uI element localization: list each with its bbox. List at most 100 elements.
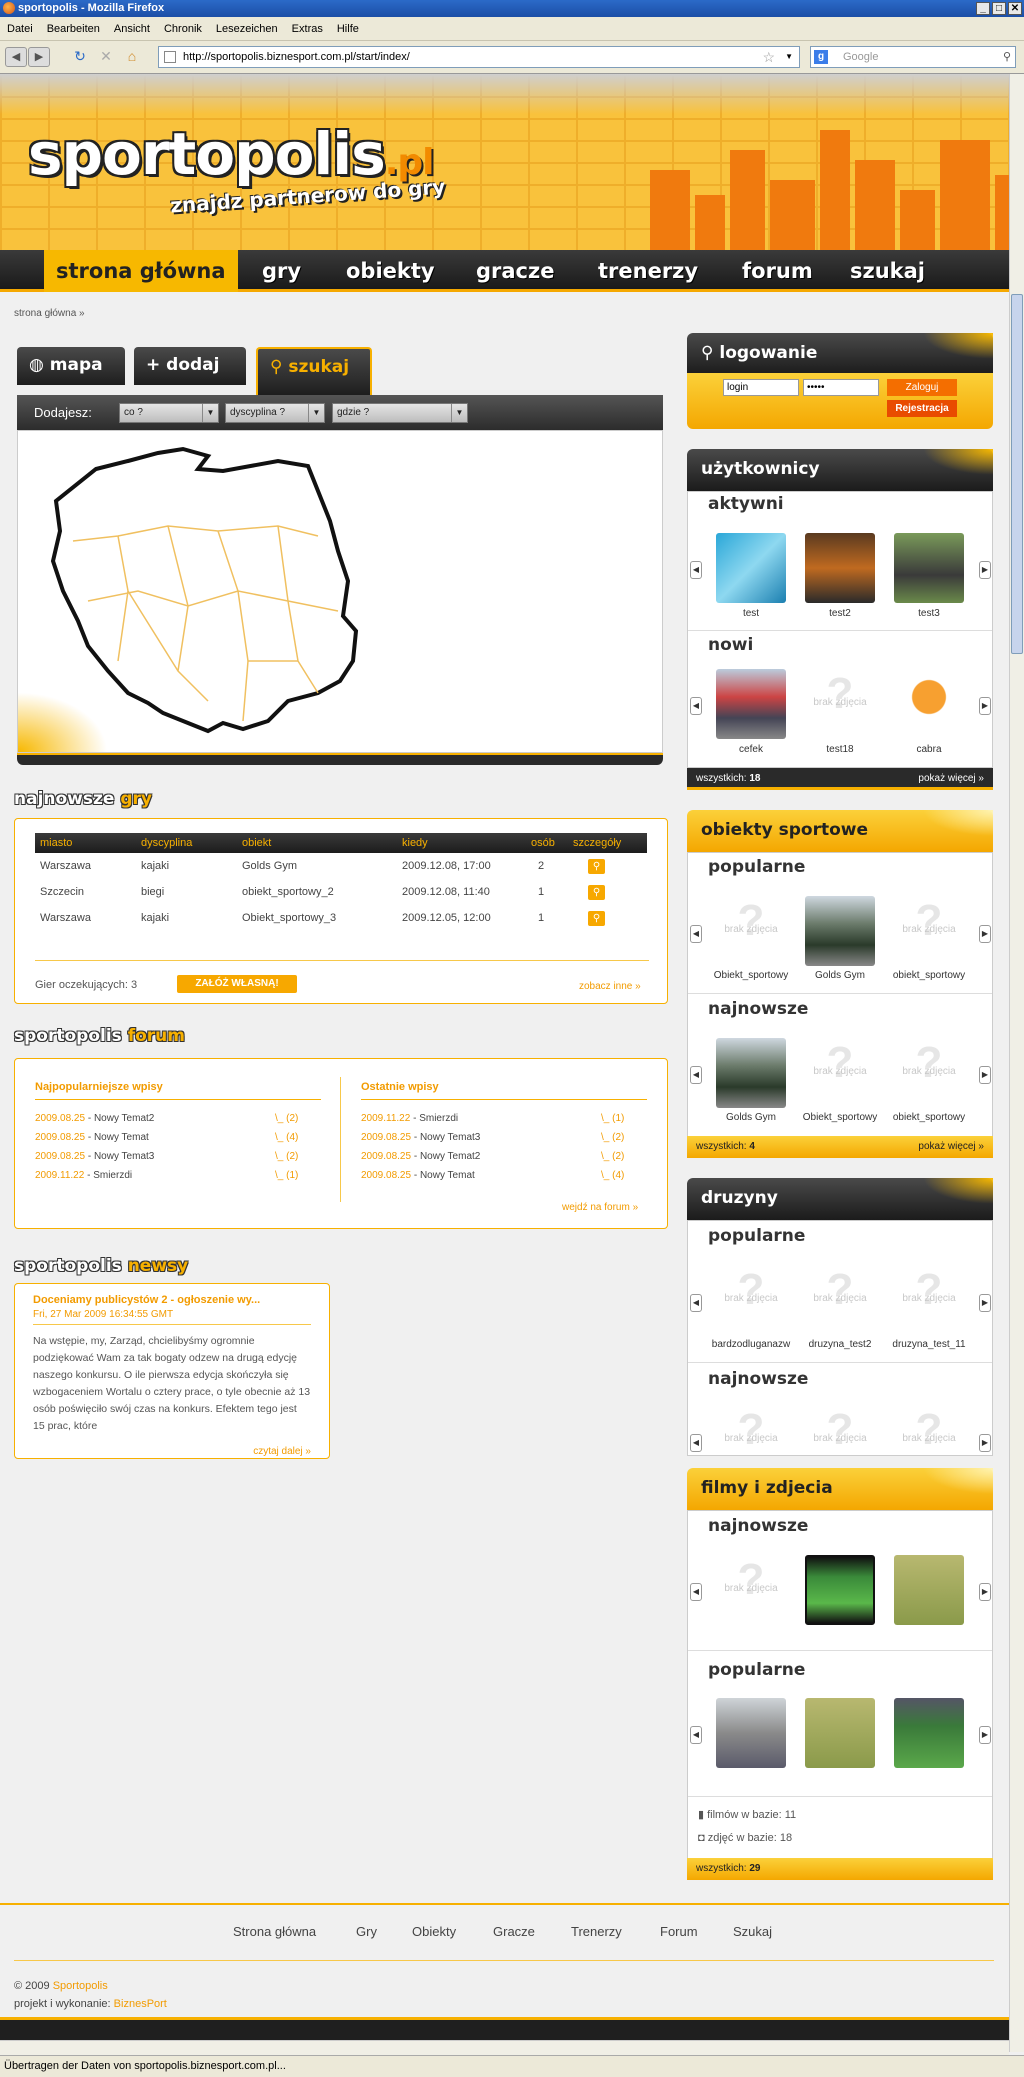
teams-latest-next-arrow[interactable]: ▶ [979,1434,991,1452]
media-latest-prev-arrow[interactable]: ◀ [690,1583,702,1601]
forum-more-link[interactable]: wejdź na forum » [562,1202,638,1213]
tab-szukaj[interactable]: ⚲ szukaj [256,347,372,395]
avatar[interactable] [716,669,786,739]
teams-popular-next-arrow[interactable]: ▶ [979,1294,991,1312]
vertical-scrollbar[interactable] [1009,74,1024,2052]
close-window-button[interactable]: ✕ [1008,2,1022,15]
nav-obiekty[interactable]: obiekty [346,250,435,292]
menu-chronik[interactable]: Chronik [157,17,209,41]
avatar[interactable] [894,669,964,739]
register-button[interactable]: Rejestracja [887,400,957,417]
nav-szukaj[interactable]: szukaj [850,250,925,292]
avatar[interactable] [805,533,875,603]
select-gdzie[interactable]: gdzie ? ▼ [332,403,468,423]
team-name[interactable]: bardzodluganazw [706,1339,796,1350]
news-more-link[interactable]: czytaj dalej » [253,1446,311,1457]
search-icon[interactable]: ⚲ [1003,47,1011,67]
reload-icon[interactable]: ↻ [70,47,90,67]
nav-forum[interactable]: forum [742,250,813,292]
users-more-link[interactable]: pokaż więcej » [918,768,984,790]
minimize-button[interactable]: _ [976,2,990,15]
back-icon[interactable]: ◀ [5,47,27,67]
user-name[interactable]: cefek [706,744,796,755]
scrollbar-thumb[interactable] [1011,294,1023,654]
users-new-prev-arrow[interactable]: ◀ [690,697,702,715]
team-name[interactable]: druzyna_test_11 [884,1339,974,1350]
stop-icon[interactable]: ✕ [96,47,116,67]
password-input[interactable]: ••••• [803,379,879,396]
video-thumbnail[interactable] [894,1555,964,1625]
forum-entry[interactable]: 2009.08.25 - Nowy Temat \_ (4) [361,1166,647,1185]
footer-link-gracze[interactable]: Gracze [493,1924,535,1939]
team-name[interactable]: druzyna_test2 [795,1339,885,1350]
media-popular-prev-arrow[interactable]: ◀ [690,1726,702,1744]
footer-link-szukaj[interactable]: Szukaj [733,1924,772,1939]
objects-latest-next-arrow[interactable]: ▶ [979,1066,991,1084]
teams-latest-prev-arrow[interactable]: ◀ [690,1434,702,1452]
footer-link-trenerzy[interactable]: Trenerzy [571,1924,622,1939]
nav-strona-glowna[interactable]: strona główna [44,250,238,292]
objects-latest-prev-arrow[interactable]: ◀ [690,1066,702,1084]
media-latest-next-arrow[interactable]: ▶ [979,1583,991,1601]
users-active-prev-arrow[interactable]: ◀ [690,561,702,579]
select-dyscyplina[interactable]: dyscyplina ? ▼ [225,403,325,423]
user-name[interactable]: test3 [884,608,974,619]
object-name[interactable]: Obiekt_sportowy [795,1112,885,1123]
photo-thumbnail[interactable] [894,1698,964,1768]
url-dropdown-icon[interactable]: ▼ [785,47,793,67]
site-logo[interactable]: sportopolis.pl [28,120,435,188]
teams-popular-prev-arrow[interactable]: ◀ [690,1294,702,1312]
games-more-link[interactable]: zobacz inne » [579,981,641,992]
objects-popular-next-arrow[interactable]: ▶ [979,925,991,943]
users-new-next-arrow[interactable]: ▶ [979,697,991,715]
home-icon[interactable]: ⌂ [122,47,142,67]
user-name[interactable]: test18 [795,744,885,755]
forum-entry[interactable]: 2009.08.25 - Nowy Temat2 \_ (2) [35,1109,321,1128]
select-co[interactable]: co ? ▼ [119,403,219,423]
nav-trenerzy[interactable]: trenerzy [598,250,698,292]
footer-maker-link[interactable]: BiznesPort [114,1998,167,2010]
objects-popular-prev-arrow[interactable]: ◀ [690,925,702,943]
forum-entry[interactable]: 2009.08.25 - Nowy Temat2 \_ (2) [361,1147,647,1166]
details-magnifier-icon[interactable]: ⚲ [588,884,605,900]
users-active-next-arrow[interactable]: ▶ [979,561,991,579]
search-input[interactable]: g Google ⚲ [810,46,1016,68]
bookmark-star-icon[interactable]: ☆ [762,47,775,67]
footer-brand-link[interactable]: Sportopolis [53,1980,108,1992]
object-name[interactable]: obiekt_sportowy [884,1112,974,1123]
menu-hilfe[interactable]: Hilfe [330,17,366,41]
menu-ansicht[interactable]: Ansicht [107,17,157,41]
object-photo[interactable] [805,896,875,966]
object-photo[interactable] [716,1038,786,1108]
forward-icon[interactable]: ▶ [28,47,50,67]
nav-gracze[interactable]: gracze [476,250,554,292]
tab-dodaj[interactable]: + dodaj [134,347,246,385]
forum-entry[interactable]: 2009.08.25 - Nowy Temat3 \_ (2) [35,1147,321,1166]
media-popular-next-arrow[interactable]: ▶ [979,1726,991,1744]
object-name[interactable]: Obiekt_sportowy [706,970,796,981]
url-input[interactable]: http://sportopolis.biznesport.com.pl/sta… [158,46,800,68]
details-magnifier-icon[interactable]: ⚲ [588,858,605,874]
forum-entry[interactable]: 2009.11.22 - Smierzdi \_ (1) [361,1109,647,1128]
forum-entry[interactable]: 2009.08.25 - Nowy Temat \_ (4) [35,1128,321,1147]
tab-mapa[interactable]: ◍ mapa [17,347,125,385]
photo-thumbnail[interactable] [805,1698,875,1768]
object-name[interactable]: Golds Gym [795,970,885,981]
login-input[interactable]: login [723,379,799,396]
footer-link-forum[interactable]: Forum [660,1924,698,1939]
forum-entry[interactable]: 2009.11.22 - Smierzdi \_ (1) [35,1166,321,1185]
menu-extras[interactable]: Extras [285,17,330,41]
object-name[interactable]: obiekt_sportowy [884,970,974,981]
google-icon[interactable]: g [814,50,828,64]
breadcrumb[interactable]: strona główna » [14,308,85,319]
user-name[interactable]: test [706,608,796,619]
menu-bearbeiten[interactable]: Bearbeiten [40,17,107,41]
details-magnifier-icon[interactable]: ⚲ [588,910,605,926]
maximize-button[interactable]: □ [992,2,1006,15]
create-game-button[interactable]: ZAŁÓŻ WŁASNĄ! [177,975,297,993]
menu-datei[interactable]: Datei [0,17,40,41]
menu-lesezeichen[interactable]: Lesezeichen [209,17,285,41]
horizontal-scrollbar[interactable] [0,2040,1009,2055]
nav-gry[interactable]: gry [262,250,301,292]
footer-link-gry[interactable]: Gry [356,1924,377,1939]
